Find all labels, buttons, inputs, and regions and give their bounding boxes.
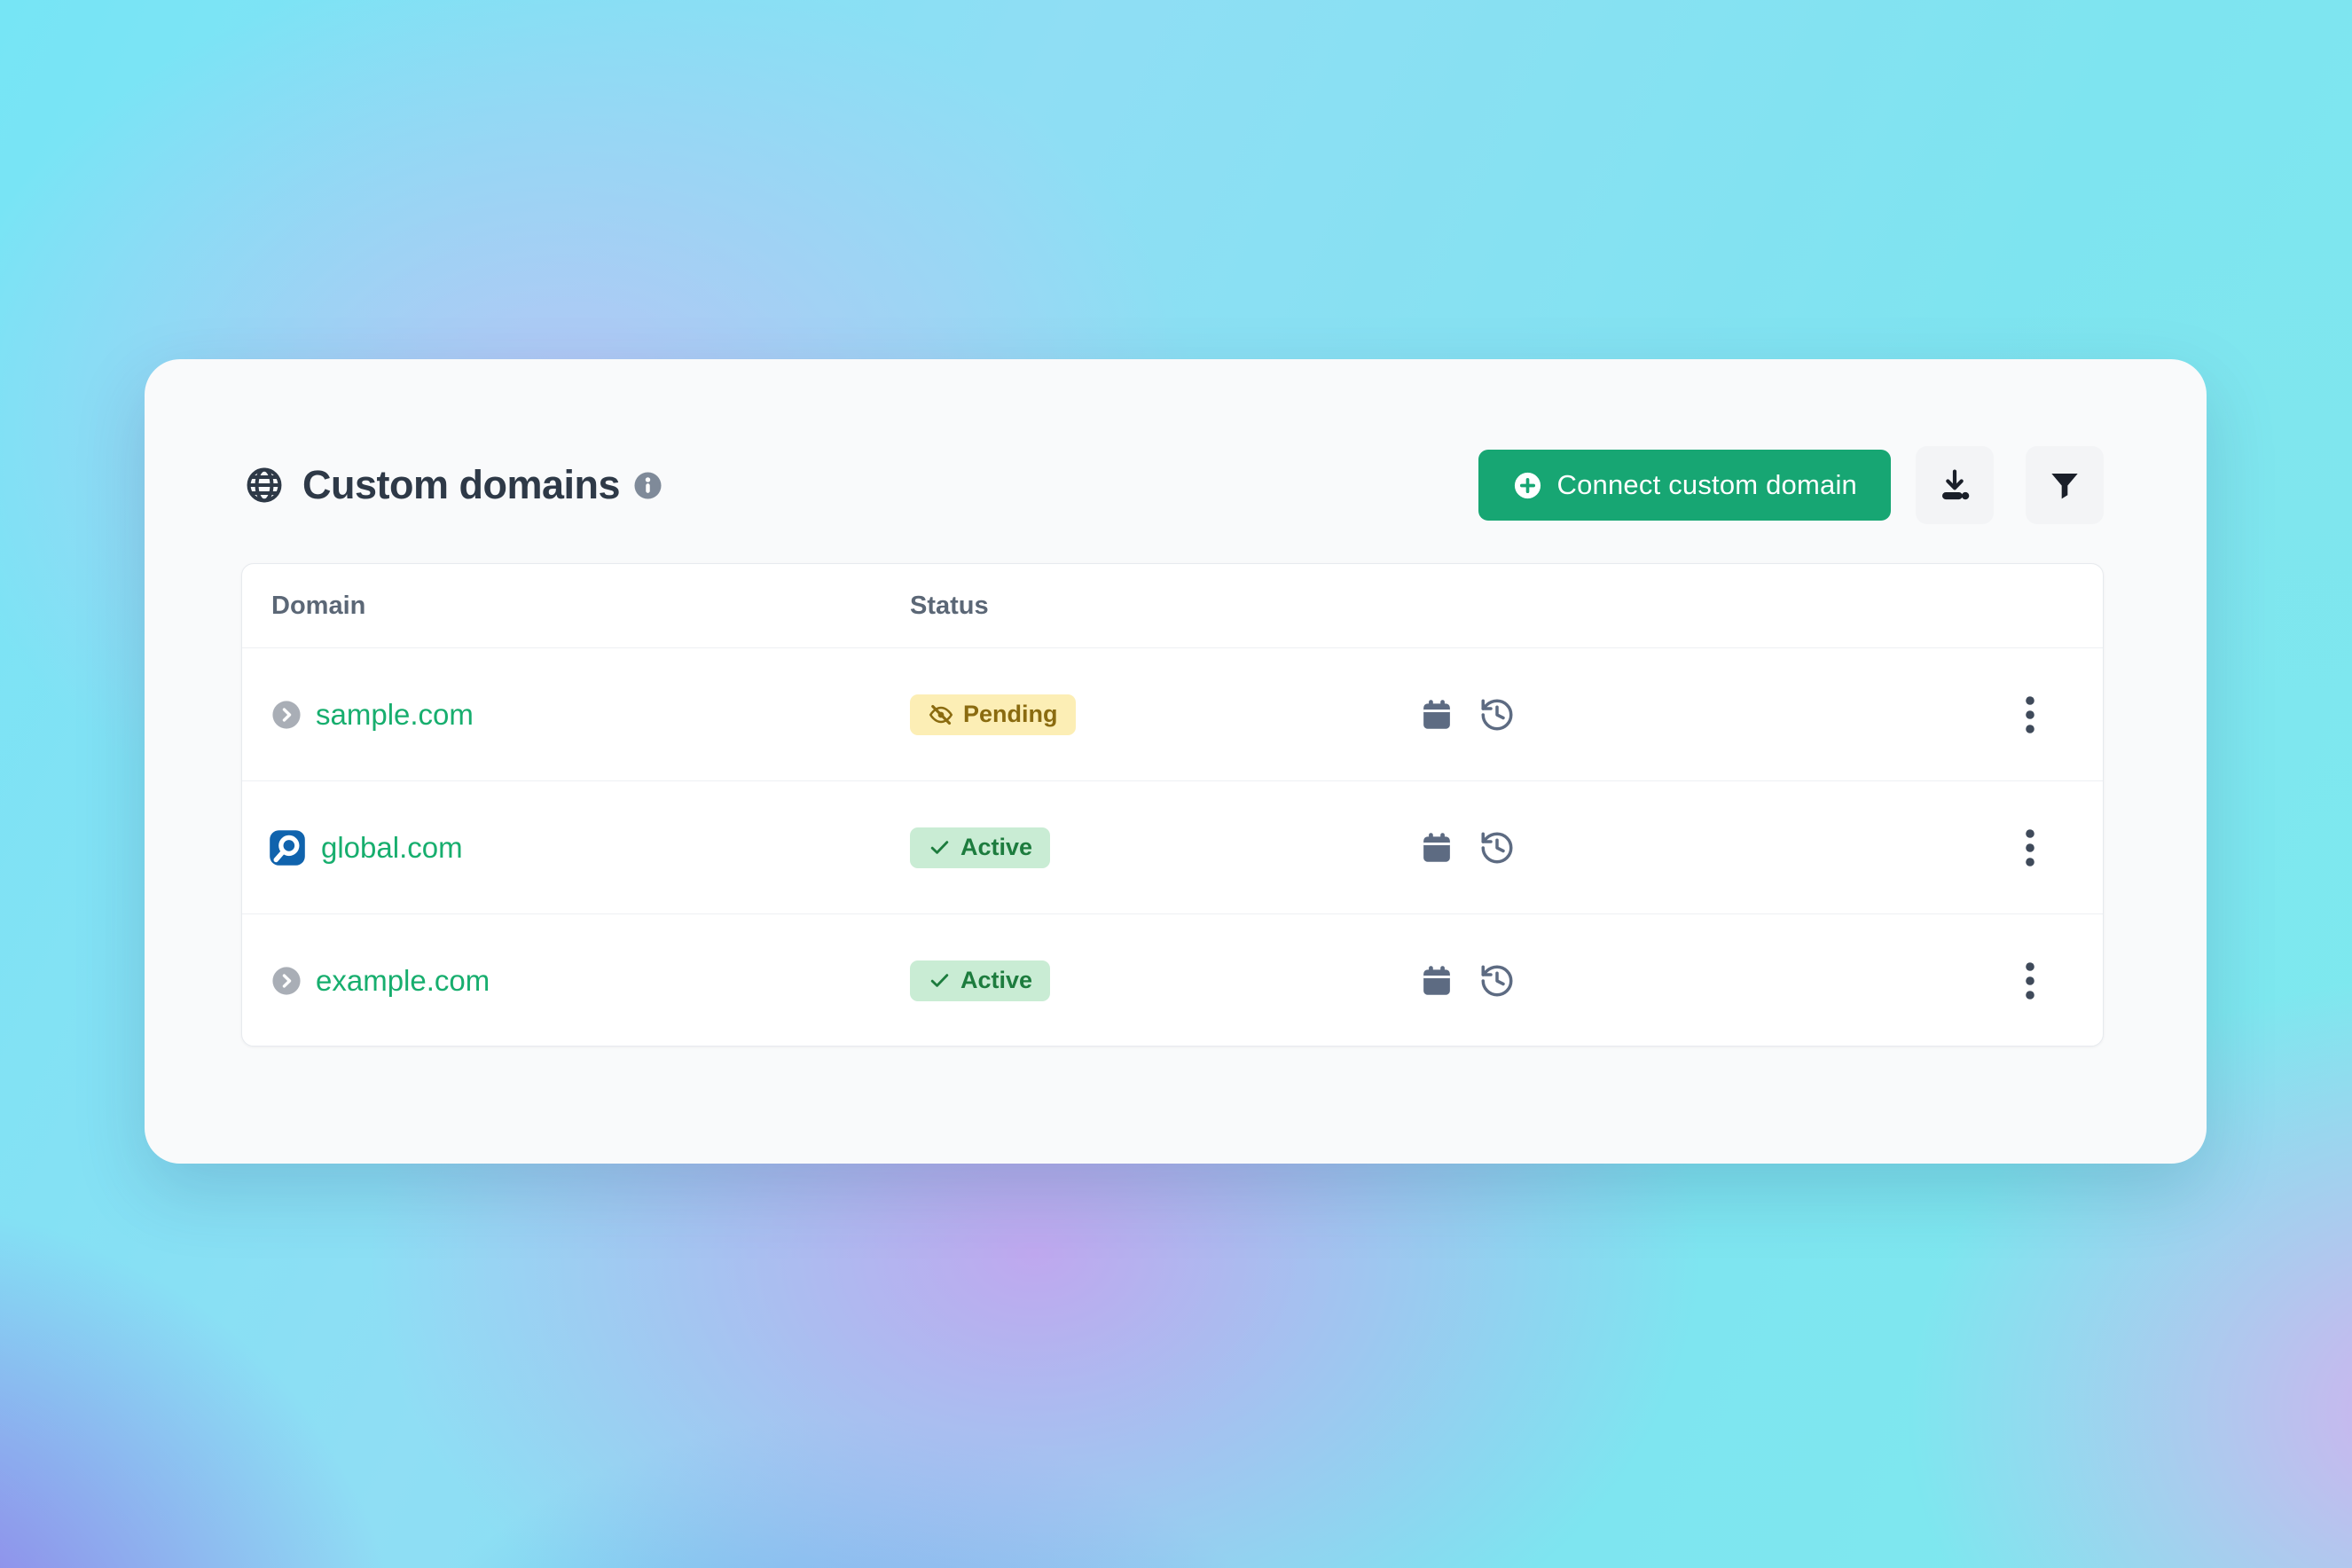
table-row: global.com Active [242, 780, 2103, 913]
connect-custom-domain-button[interactable]: Connect custom domain [1478, 450, 1891, 521]
table-row: example.com Active [242, 913, 2103, 1047]
calendar-button[interactable] [1418, 829, 1455, 866]
row-actions [1418, 829, 1957, 866]
status-badge: Active [910, 960, 1050, 1001]
column-header-domain: Domain [242, 592, 910, 621]
filter-icon [2046, 466, 2083, 504]
header-title-group: Custom domains [244, 462, 662, 508]
status-label: Active [960, 967, 1032, 994]
plus-circle-icon [1512, 470, 1543, 501]
calendar-icon [1418, 962, 1455, 1000]
history-icon [1478, 962, 1516, 1000]
eye-off-icon [928, 702, 954, 728]
column-header-status: Status [910, 592, 1418, 621]
chevron-right-circle-icon [271, 966, 302, 996]
kebab-menu-icon [2024, 827, 2036, 868]
header-actions: Connect custom domain [1478, 446, 2104, 524]
custom-domains-card: Custom domains Connect custom domain [145, 359, 2207, 1164]
kebab-menu-button[interactable] [2011, 822, 2049, 874]
history-button[interactable] [1478, 696, 1516, 733]
page-title: Custom domains [302, 462, 620, 508]
history-icon [1478, 696, 1516, 733]
history-button[interactable] [1478, 962, 1516, 1000]
calendar-icon [1418, 829, 1455, 866]
status-label: Pending [963, 701, 1058, 728]
connect-button-label: Connect custom domain [1557, 469, 1857, 501]
status-badge: Pending [910, 694, 1076, 735]
status-badge: Active [910, 827, 1050, 868]
calendar-button[interactable] [1418, 962, 1455, 1000]
kebab-menu-icon [2024, 694, 2036, 735]
status-label: Active [960, 834, 1032, 861]
calendar-icon [1418, 696, 1455, 733]
brand-logo-icon [268, 828, 307, 867]
chevron-right-circle-icon [271, 700, 302, 730]
domains-table: Domain Status sample.com [241, 563, 2104, 1047]
card-header: Custom domains Connect custom domain [244, 444, 2104, 526]
row-menu-cell [1957, 822, 2103, 874]
status-cell: Pending [910, 694, 1418, 735]
table-header-row: Domain Status [242, 564, 2103, 647]
status-cell: Active [910, 827, 1418, 868]
globe-icon [244, 465, 285, 506]
check-icon [928, 835, 952, 859]
row-actions [1418, 696, 1957, 733]
row-menu-cell [1957, 955, 2103, 1007]
download-button[interactable] [1916, 446, 1994, 524]
table-row: sample.com Pending [242, 647, 2103, 780]
kebab-menu-button[interactable] [2011, 689, 2049, 741]
domain-cell: example.com [242, 964, 910, 998]
status-cell: Active [910, 960, 1418, 1001]
info-icon[interactable] [634, 472, 662, 499]
download-icon [1936, 466, 1973, 504]
history-icon [1478, 829, 1516, 866]
kebab-menu-button[interactable] [2011, 955, 2049, 1007]
domain-link[interactable]: example.com [316, 964, 490, 998]
row-menu-cell [1957, 689, 2103, 741]
kebab-menu-icon [2024, 960, 2036, 1001]
domain-link[interactable]: sample.com [316, 698, 474, 732]
calendar-button[interactable] [1418, 696, 1455, 733]
check-icon [928, 968, 952, 992]
domain-cell: global.com [242, 828, 910, 867]
domain-link[interactable]: global.com [321, 831, 463, 865]
filter-button[interactable] [2026, 446, 2104, 524]
history-button[interactable] [1478, 829, 1516, 866]
row-actions [1418, 962, 1957, 1000]
domain-cell: sample.com [242, 698, 910, 732]
